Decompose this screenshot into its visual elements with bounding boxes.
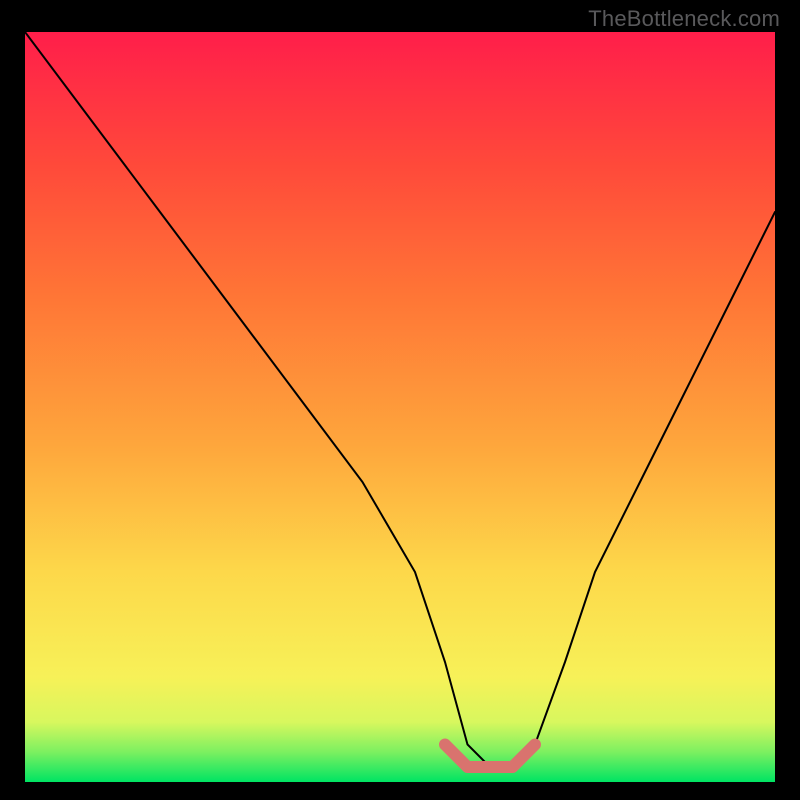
plot-area [25, 32, 775, 782]
chart-frame: TheBottleneck.com [0, 0, 800, 800]
chart-svg [25, 32, 775, 782]
gradient-bg [25, 32, 775, 782]
attribution-text: TheBottleneck.com [588, 6, 780, 32]
